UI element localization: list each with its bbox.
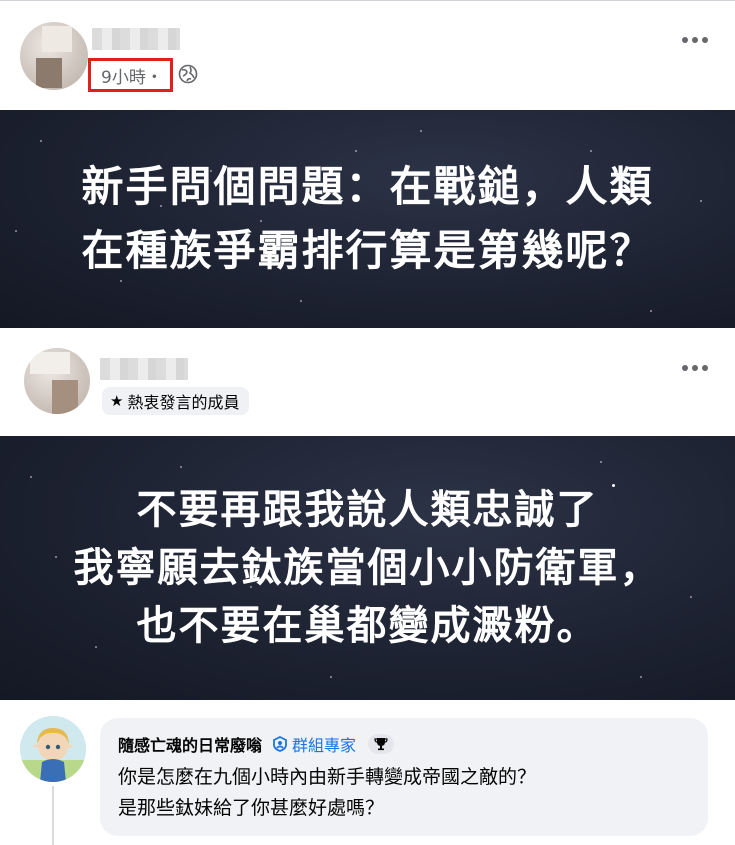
group-expert-badge[interactable]: 群組專家 (272, 732, 356, 756)
reply-image-text-line: 不要再跟我說人類忠誠了 (136, 487, 599, 533)
comment-text-line: 是那些鈦妹給了你甚麼好處嗎？ (118, 797, 385, 819)
post-image-text: 新手問個問題：在戰鎚，人類在種族爭霸排行算是第幾呢？ (81, 162, 654, 275)
reply-image-card[interactable]: 不要再跟我說人類忠誠了 我寧願去鈦族當個小小防衛軍，也不要在巢都變成澱粉。 (0, 436, 735, 700)
reply-image-text: 不要再跟我說人類忠誠了 我寧願去鈦族當個小小防衛軍，也不要在巢都變成澱粉。 (68, 481, 668, 655)
post-author-avatar[interactable] (20, 22, 88, 90)
top-divider (0, 0, 735, 1)
expert-icon (273, 736, 287, 752)
post-time-label: 9小時・ (101, 67, 163, 88)
comment-header: 隨感亡魂的日常廢嗡 群組專家 (118, 732, 395, 756)
post-timestamp[interactable]: 9小時・ (88, 58, 173, 92)
star-icon: ★ (110, 392, 124, 410)
comment-text-line: 你是怎麼在九個小時內由新手轉變成帝國之敵的？ (118, 766, 537, 788)
comment-bubble: 隨感亡魂的日常廢嗡 群組專家 你是怎麼在九個小時內由新手轉變成帝國之敵的？ 是那… (100, 718, 708, 836)
commenter-avatar-figure (20, 716, 86, 782)
reply-author-avatar[interactable] (24, 348, 90, 414)
group-expert-label: 群組專家 (292, 736, 357, 755)
member-badge-label: 熱衷發言的成員 (127, 393, 240, 412)
reply-image-text-line: 我寧願去鈦族當個小小防衛軍，也不要在巢都變成澱粉。 (73, 545, 662, 649)
member-badge[interactable]: ★ 熱衷發言的成員 (102, 387, 250, 415)
reply-options-icon[interactable] (682, 358, 716, 378)
trophy-icon[interactable] (368, 734, 395, 754)
comment-thread-line (52, 786, 54, 845)
post-options-icon[interactable] (682, 30, 716, 50)
comment-text: 你是怎麼在九個小時內由新手轉變成帝國之敵的？ 是那些鈦妹給了你甚麼好處嗎？ (118, 762, 536, 824)
commenter-avatar[interactable] (20, 716, 86, 782)
post-image-card[interactable]: 新手問個問題：在戰鎚，人類在種族爭霸排行算是第幾呢？ (0, 110, 735, 328)
commenter-name[interactable]: 隨感亡魂的日常廢嗡 (118, 732, 262, 756)
reply-author-name-blurred[interactable] (100, 358, 188, 380)
post-author-name-blurred[interactable] (92, 28, 180, 50)
globe-icon (178, 64, 198, 84)
